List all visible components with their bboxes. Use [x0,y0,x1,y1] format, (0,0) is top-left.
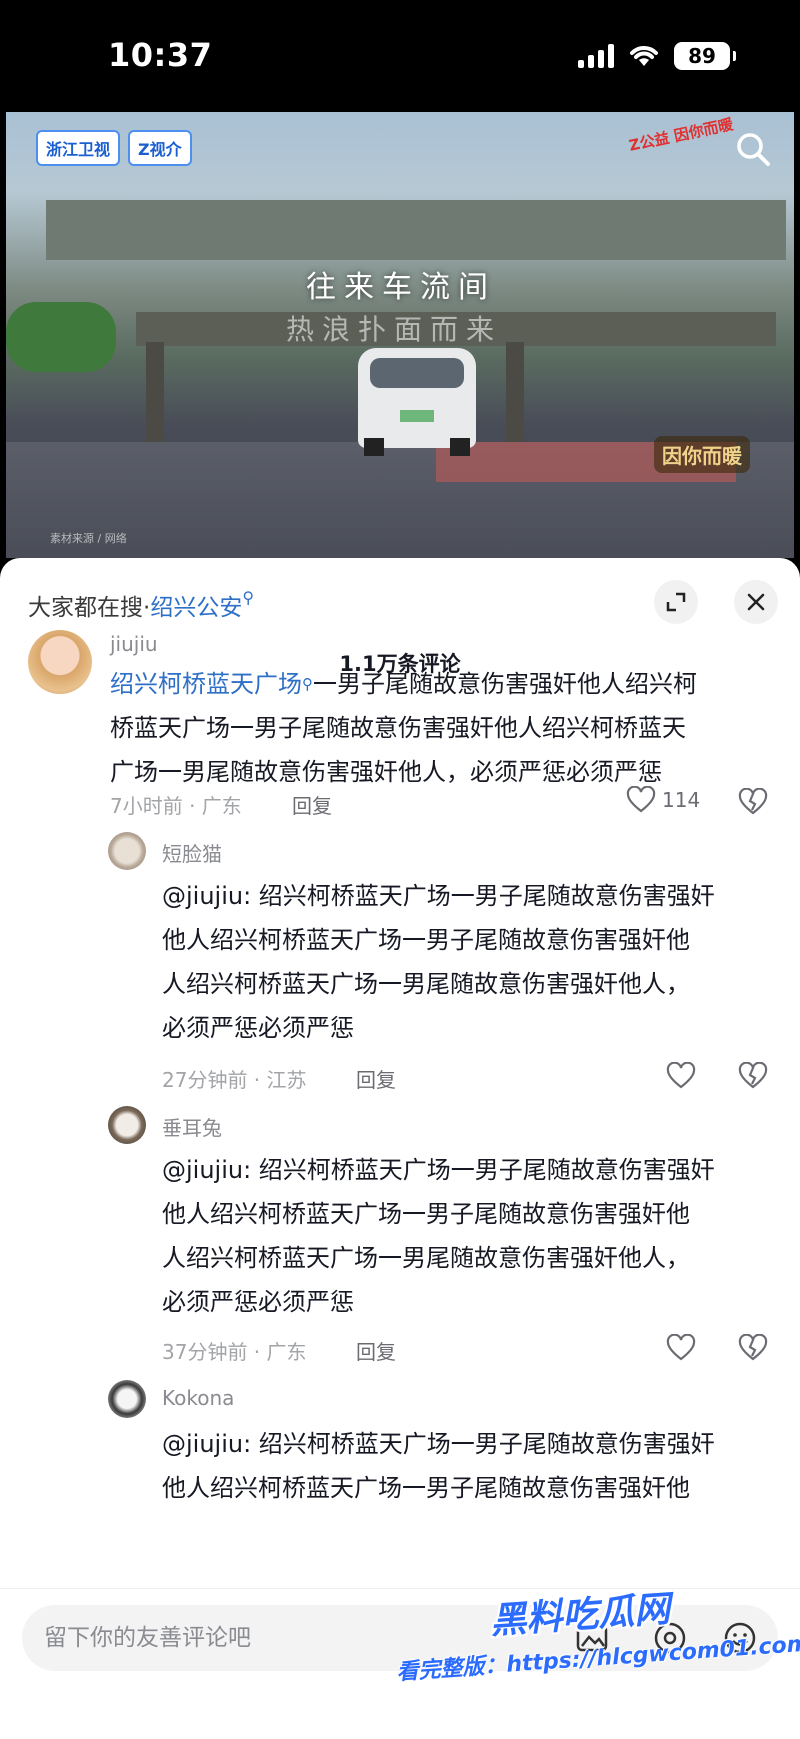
channel-logo-zjtv: 浙江卫视 [36,130,121,166]
battery-indicator: 89 [674,42,736,70]
heart-icon[interactable] [666,1334,696,1362]
source-tag: 素材来源 / 网络 [50,532,127,545]
channel-logos: 浙江卫视 Z视介 [36,130,192,166]
reply-username[interactable]: 短脸猫 [162,838,222,867]
brand-mark: Z公益 因你而暖 [627,115,735,155]
avatar[interactable] [108,1106,146,1144]
reply-button[interactable]: 回复 [356,1336,396,1365]
comment-text-line: 广场一男尾随故意伤害强奸他人，必须严惩必须严惩 [110,758,662,786]
reply-text: @jiujiu: 绍兴柯桥蓝天广场一男子尾随故意伤害强奸 他人绍兴柯桥蓝天广场一… [162,874,782,1050]
video-scene-grass [6,302,116,372]
reply-text-line: @jiujiu: 绍兴柯桥蓝天广场一男子尾随故意伤害强奸 [162,1156,715,1184]
close-button[interactable] [734,580,778,624]
reply-meta: 37分钟前 · 广东 [162,1340,307,1364]
heart-icon [626,786,656,813]
comment-username[interactable]: jiujiu [110,632,158,656]
comment-meta: 7小时前 · 广东 [110,794,242,818]
search-small-icon: ⚲ [302,675,313,693]
comment-text: 绍兴柯桥蓝天广场⚲一男子尾随故意伤害强奸他人绍兴柯 桥蓝天广场一男子尾随故意伤害… [110,662,780,794]
program-badge: 因你而暖 [654,436,750,473]
comments-panel: 大家都在搜·绍兴公安⚲ 1.1万条评论 jiujiu 绍兴柯桥蓝天广场⚲一男子尾… [0,558,800,1739]
reply-text-line: 他人绍兴柯桥蓝天广场一男子尾随故意伤害强奸他 [162,1474,690,1502]
close-icon [747,593,765,611]
trending-search-prefix: 大家都在搜· [28,595,151,621]
like-button[interactable]: 114 [626,786,700,814]
cellular-signal-icon [578,44,614,68]
video-scene-car [358,348,476,456]
reply-text-line: 必须严惩必须严惩 [162,1014,354,1042]
comment-text-line: 一男子尾随故意伤害强奸他人绍兴柯 [313,670,697,698]
trending-search-keyword[interactable]: 绍兴公安 [150,595,242,621]
video-caption: 往来车流间 [306,270,496,305]
car-window [370,358,464,388]
reply-text-line: 他人绍兴柯桥蓝天广场一男子尾随故意伤害强奸他 [162,1200,690,1228]
search-icon[interactable] [734,130,772,168]
reply-button[interactable]: 回复 [356,1064,396,1093]
video-scene-bridge [46,200,786,260]
wifi-icon [630,46,658,66]
trending-search-tip[interactable]: 大家都在搜·绍兴公安⚲ [28,588,254,622]
comment-text-line: 桥蓝天广场一男子尾随故意伤害强奸他人绍兴柯桥蓝天 [110,714,686,742]
video-player[interactable]: 浙江卫视 Z视介 往来车流间 热浪扑面而来 Z公益 因你而暖 因你而暖 素材来源… [6,112,794,558]
reply-text-line: @jiujiu: 绍兴柯桥蓝天广场一男子尾随故意伤害强奸 [162,882,715,910]
car-wheel [450,438,470,456]
reply-username[interactable]: 垂耳兔 [162,1112,222,1141]
reply-text-line: 必须严惩必须严惩 [162,1288,354,1316]
dislike-icon[interactable] [738,1334,768,1362]
reply-text-line: @jiujiu: 绍兴柯桥蓝天广场一男子尾随故意伤害强奸 [162,1430,715,1458]
avatar[interactable] [108,1380,146,1418]
comment-keyword-link[interactable]: 绍兴柯桥蓝天广场 [110,670,302,698]
car-plate [400,410,434,422]
dislike-icon[interactable] [738,788,768,816]
expand-icon [666,592,686,612]
channel-logo-zshijie: Z视介 [128,130,192,166]
car-wheel [364,438,384,456]
reply-text-line: 人绍兴柯桥蓝天广场一男尾随故意伤害强奸他人， [162,970,690,998]
avatar[interactable] [28,630,92,694]
avatar[interactable] [108,832,146,870]
reply-username[interactable]: Kokona [162,1386,234,1410]
search-small-icon: ⚲ [242,588,255,607]
dislike-icon[interactable] [738,1062,768,1090]
reply-text: @jiujiu: 绍兴柯桥蓝天广场一男子尾随故意伤害强奸 他人绍兴柯桥蓝天广场一… [162,1422,782,1510]
reply-text-line: 人绍兴柯桥蓝天广场一男尾随故意伤害强奸他人， [162,1244,690,1272]
heart-icon[interactable] [666,1062,696,1090]
like-count: 114 [662,788,701,812]
reply-text: @jiujiu: 绍兴柯桥蓝天广场一男子尾随故意伤害强奸 他人绍兴柯桥蓝天广场一… [162,1148,782,1324]
status-icons: 89 [578,42,736,70]
reply-meta: 27分钟前 · 江苏 [162,1068,307,1092]
expand-button[interactable] [654,580,698,624]
video-caption-faded: 热浪扑面而来 [286,313,503,346]
reply-text-line: 他人绍兴柯桥蓝天广场一男子尾随故意伤害强奸他 [162,926,690,954]
status-time: 10:37 [108,36,213,74]
reply-button[interactable]: 回复 [292,790,332,819]
status-bar: 10:37 89 [0,0,800,112]
